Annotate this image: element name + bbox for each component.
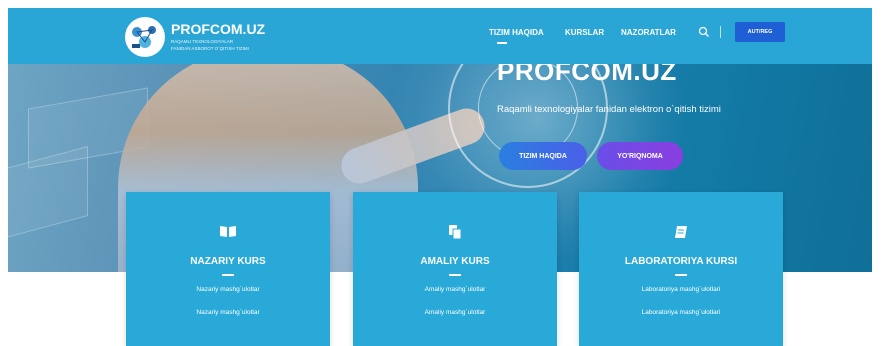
hero-decor-panel	[8, 145, 88, 241]
auth-register-button[interactable]: AUT/REG	[735, 22, 785, 42]
nav-active-indicator	[497, 42, 507, 44]
logo-tagline-line2: FANIDAN AXBOROT O`QITISH TIZIMI	[171, 46, 249, 51]
card-title: AMALIY KURS	[420, 256, 490, 267]
card-link-1[interactable]: Laboratoriya mashg`ulotlari	[579, 286, 783, 293]
logo-badge[interactable]	[125, 17, 165, 57]
header-divider	[720, 26, 721, 38]
hero-about-button[interactable]: TIZIM HAQIDA	[499, 142, 587, 170]
nav-nazoratlar[interactable]: NAZORATLAR	[621, 28, 676, 37]
hero-guide-button[interactable]: YO'RIQNOMA	[597, 142, 683, 170]
top-header: PROFCOM.UZ RAQAMLI TEXNOLOGIYALAR FANIDA…	[8, 8, 872, 64]
hero-subtitle: Raqamli texnologiyalar fanidan elektron …	[497, 104, 721, 115]
course-card-laboratory[interactable]: LABORATORIYA KURSI Laboratoriya mashg`ul…	[579, 192, 783, 346]
nav-tizim-haqida[interactable]: TIZIM HAQIDA	[489, 28, 544, 37]
card-link-1[interactable]: Nazariy mashg`ulotlar	[126, 286, 330, 293]
logo-tagline-line1: RAQAMLI TEXNOLOGIYALAR	[171, 39, 234, 44]
logo-name[interactable]: PROFCOM.UZ	[171, 21, 265, 37]
card-link-2[interactable]: Laboratoriya mashg`ulotlari	[579, 309, 783, 316]
card-divider	[449, 274, 461, 276]
page: PROFCOM.UZ Raqamli texnologiyalar fanida…	[0, 0, 887, 346]
nav-kurslar[interactable]: KURSLAR	[565, 28, 604, 37]
card-title: NAZARIY KURS	[190, 256, 266, 267]
course-card-practical[interactable]: AMALIY KURS Amaliy mashg`ulotlar Amaliy …	[353, 192, 557, 346]
card-divider	[222, 274, 234, 276]
card-link-1[interactable]: Amaliy mashg`ulotlar	[353, 286, 557, 293]
course-card-theory[interactable]: NAZARIY KURS Nazariy mashg`ulotlar Nazar…	[126, 192, 330, 346]
notebook-icon	[579, 224, 783, 240]
open-book-icon	[126, 224, 330, 240]
documents-icon	[353, 224, 557, 240]
card-link-2[interactable]: Amaliy mashg`ulotlar	[353, 309, 557, 316]
search-icon[interactable]	[698, 25, 712, 39]
card-divider	[675, 274, 687, 276]
card-title: LABORATORIYA KURSI	[624, 256, 738, 267]
card-link-2[interactable]: Nazariy mashg`ulotlar	[126, 309, 330, 316]
logo-icon	[132, 26, 156, 48]
